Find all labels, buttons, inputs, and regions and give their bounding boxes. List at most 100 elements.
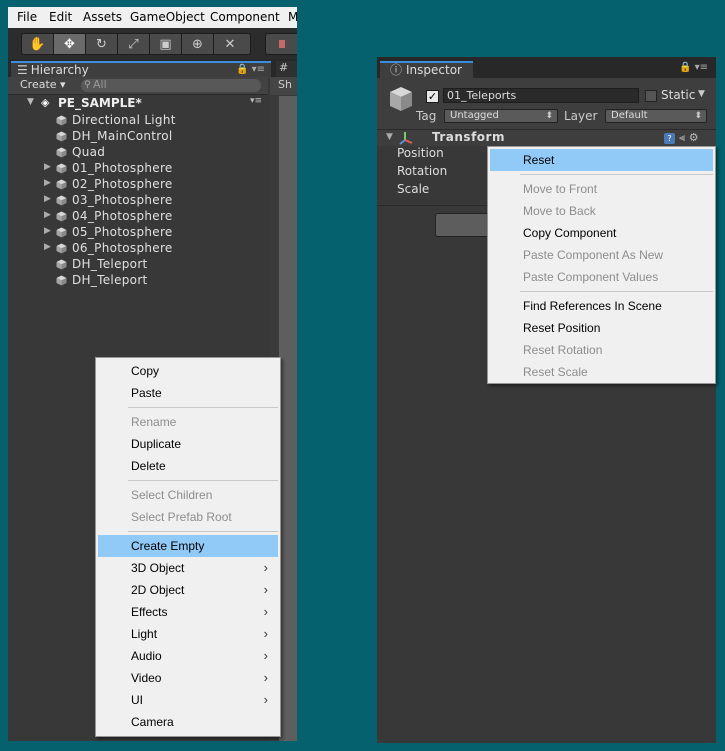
menu-item-paste[interactable]: Paste: [98, 382, 278, 404]
menu-item-duplicate[interactable]: Duplicate: [98, 433, 278, 455]
active-checkbox[interactable]: ✓: [426, 90, 439, 103]
menu-item-copy[interactable]: Copy: [98, 360, 278, 382]
tree-item[interactable]: DH_Teleport: [8, 272, 268, 288]
menu-item-ui[interactable]: UI ›: [98, 689, 278, 711]
list-icon: ☰: [17, 63, 28, 77]
menu-item-2d-object[interactable]: 2D Object ›: [98, 579, 278, 601]
menu-item-label: Camera: [131, 715, 174, 729]
tree-item-label: 05_Photosphere: [72, 225, 173, 239]
play-button[interactable]: [265, 33, 297, 55]
object-name-field[interactable]: 01_Teleports: [443, 88, 639, 103]
menu-item-rename: Rename: [98, 411, 278, 433]
tree-item[interactable]: ▶ 04_Photosphere: [8, 208, 268, 224]
component-foldout-icon[interactable]: ▼: [386, 132, 393, 142]
inspector-tab-controls[interactable]: 🔒 ▾≡: [679, 62, 708, 73]
create-dropdown[interactable]: Create ▾: [20, 78, 66, 91]
rect-tool-icon[interactable]: ▣: [150, 34, 182, 54]
tab-controls[interactable]: 🔒 ▾≡: [236, 63, 265, 77]
menu-gameobject[interactable]: GameObject: [130, 10, 205, 24]
tab-hierarchy[interactable]: ☰ Hierarchy 🔒 ▾≡: [11, 61, 271, 78]
search-input[interactable]: ⚲ All: [81, 79, 261, 92]
tab-scene[interactable]: #: [276, 61, 297, 78]
menu-item-light[interactable]: Light ›: [98, 623, 278, 645]
menu-separator: [128, 480, 278, 481]
menu-assets[interactable]: Assets: [83, 10, 122, 24]
menu-item-create-empty[interactable]: Create Empty: [98, 535, 278, 557]
menu-item-3d-object[interactable]: 3D Object ›: [98, 557, 278, 579]
menu-file[interactable]: File: [17, 10, 37, 24]
tree-item[interactable]: ▶ 03_Photosphere: [8, 192, 268, 208]
hierarchy-tab-label: Hierarchy: [30, 63, 89, 77]
gear-icon[interactable]: ⚙: [689, 131, 699, 144]
transform-tool-icon[interactable]: ⊕: [182, 34, 214, 54]
tree-item[interactable]: DH_MainControl: [8, 128, 268, 144]
menu-item-label: Paste Component Values: [523, 270, 659, 284]
scene-canvas[interactable]: [279, 96, 297, 741]
help-icon[interactable]: ?: [664, 133, 675, 144]
hierarchy-toolbar: Create ▾ ⚲ All: [8, 77, 268, 95]
menu-item-label: Reset Position: [523, 321, 601, 335]
tree-item[interactable]: ▶ 05_Photosphere: [8, 224, 268, 240]
menu-item-find-references-in-scene[interactable]: Find References In Scene: [490, 295, 713, 317]
menu-item-reset[interactable]: Reset: [490, 149, 713, 171]
static-dropdown-icon[interactable]: ▼: [698, 89, 705, 99]
hand-tool-icon[interactable]: ✋: [22, 34, 54, 54]
tab-inspector[interactable]: ⓘ Inspector: [380, 61, 473, 79]
add-component-button[interactable]: [435, 213, 495, 237]
transform-component-header[interactable]: ▼ Transform ? ⫷ ⚙: [377, 130, 716, 146]
toolbar: ✋ ✥ ↻ ⤢ ▣ ⊕ ✕: [8, 28, 297, 59]
rotate-tool-icon[interactable]: ↻: [86, 34, 118, 54]
scene-view-tab[interactable]: Sh: [270, 77, 297, 95]
expand-arrow-icon[interactable]: ▶: [44, 242, 51, 252]
layer-dropdown[interactable]: Default ⬍: [605, 109, 707, 123]
menu-separator: [128, 407, 278, 408]
menu-item-delete[interactable]: Delete: [98, 455, 278, 477]
tree-item-label: 03_Photosphere: [72, 193, 173, 207]
menu-edit[interactable]: Edit: [49, 10, 72, 24]
tree-item-label: DH_MainControl: [72, 129, 173, 143]
tree-item[interactable]: Quad: [8, 144, 268, 160]
gameobject-cube-icon: [390, 87, 412, 111]
tag-dropdown[interactable]: Untagged ⬍: [444, 109, 558, 123]
expand-arrow-icon[interactable]: ▶: [44, 194, 51, 204]
menu-item-effects[interactable]: Effects ›: [98, 601, 278, 623]
scene-root[interactable]: ▼ ◈ PE_SAMPLE* ▾≡: [8, 96, 268, 111]
menu-item-camera[interactable]: Camera: [98, 711, 278, 733]
menu-more[interactable]: M: [288, 10, 297, 24]
expand-arrow-icon[interactable]: ▶: [44, 210, 51, 220]
search-icon: ⚲: [84, 80, 91, 90]
menu-item-audio[interactable]: Audio ›: [98, 645, 278, 667]
tree-item-label: 01_Photosphere: [72, 161, 173, 175]
preset-icon[interactable]: ⫷: [679, 131, 689, 144]
menu-item-move-to-front: Move to Front: [490, 178, 713, 200]
chevron-right-icon: ›: [263, 670, 268, 685]
layer-value: Default: [611, 110, 648, 121]
tree-item[interactable]: DH_Teleport: [8, 256, 268, 272]
chevron-right-icon: ›: [263, 692, 268, 707]
tag-label: Tag: [416, 109, 437, 123]
component-header-icons: ? ⫷ ⚙: [664, 131, 699, 145]
menu-component[interactable]: Component: [210, 10, 280, 24]
tree-item[interactable]: ▶ 01_Photosphere: [8, 160, 268, 176]
menu-item-copy-component[interactable]: Copy Component: [490, 222, 713, 244]
menu-item-video[interactable]: Video ›: [98, 667, 278, 689]
expand-arrow-icon[interactable]: ▶: [44, 226, 51, 236]
custom-tool-icon[interactable]: ✕: [214, 34, 246, 54]
tree-item[interactable]: Directional Light: [8, 112, 268, 128]
menu-item-label: Paste: [131, 386, 162, 400]
collapse-arrow-icon[interactable]: ▼: [27, 97, 34, 107]
menu-separator: [520, 291, 713, 292]
menu-separator: [520, 174, 713, 175]
tree-item[interactable]: ▶ 02_Photosphere: [8, 176, 268, 192]
gameobject-icon: [56, 179, 67, 190]
component-context-menu: Reset Move to Front Move to Back Copy Compo…: [487, 146, 716, 384]
tree-item[interactable]: ▶ 06_Photosphere: [8, 240, 268, 256]
expand-arrow-icon[interactable]: ▶: [44, 178, 51, 188]
menu-item-reset-position[interactable]: Reset Position: [490, 317, 713, 339]
scale-tool-icon[interactable]: ⤢: [118, 34, 150, 54]
static-checkbox[interactable]: [645, 90, 657, 102]
menu-bar: File Edit Assets GameObject Component M: [8, 7, 297, 28]
expand-arrow-icon[interactable]: ▶: [44, 162, 51, 172]
scene-menu-icon[interactable]: ▾≡: [250, 96, 262, 106]
move-tool-icon[interactable]: ✥: [54, 34, 86, 54]
